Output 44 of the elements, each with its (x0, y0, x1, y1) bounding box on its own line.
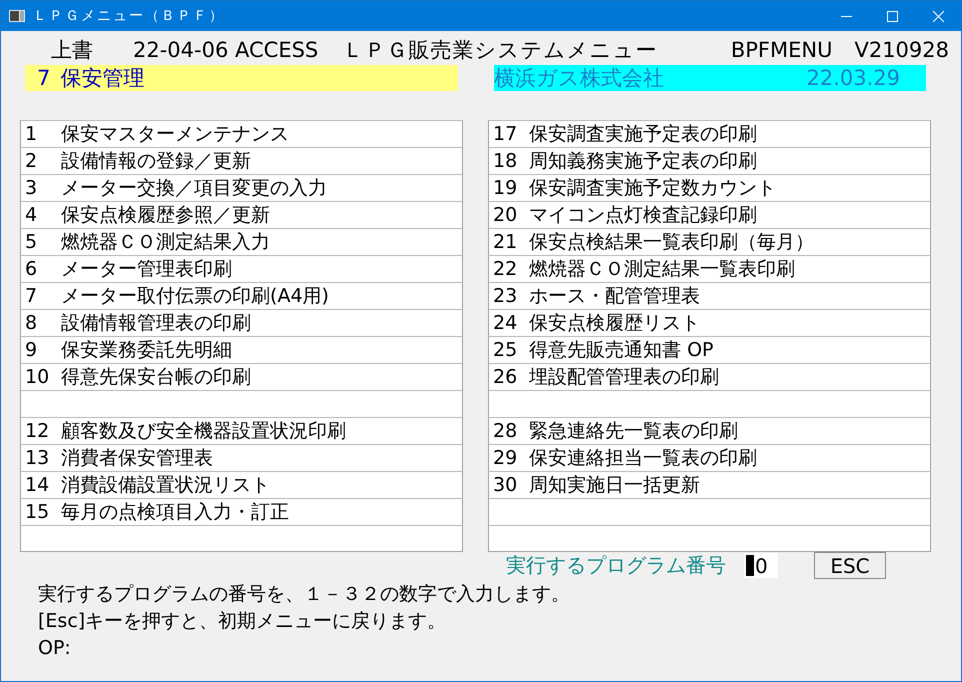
menu-item[interactable]: 15 毎月の点検項目入力・訂正 (20, 498, 463, 525)
date-label: 22-04-06 ACCESS (133, 38, 318, 62)
menu-item[interactable]: 9 保安業務委託先明細 (20, 336, 463, 363)
menu-item[interactable]: 17 保安調査実施予定表の印刷 (488, 120, 931, 147)
menu-item[interactable]: 14 消費設備設置状況リスト (20, 471, 463, 498)
maximize-icon (886, 10, 898, 22)
menu-item[interactable]: 13 消費者保安管理表 (20, 444, 463, 471)
app-icon (9, 10, 25, 22)
menu-item[interactable]: 26 埋設配管管理表の印刷 (488, 363, 931, 390)
menu-item[interactable]: 2 設備情報の登録／更新 (20, 147, 463, 174)
message-line: OP: (38, 636, 72, 661)
menu-item[interactable]: 8 設備情報管理表の印刷 (20, 309, 463, 336)
menu-item[interactable]: 5 燃焼器ＣＯ測定結果入力 (20, 228, 463, 255)
menu-item[interactable]: 22 燃焼器ＣＯ測定結果一覧表印刷 (488, 255, 931, 282)
menu-item[interactable]: 1 保安マスターメンテナンス (20, 120, 463, 147)
menu-item[interactable]: 10 得意先保安台帳の印刷 (20, 363, 463, 390)
version-label: V210928 (854, 38, 949, 62)
menu-item[interactable]: 12 顧客数及び安全機器設置状況印刷 (20, 417, 463, 444)
program-number-field[interactable]: 0 (744, 553, 778, 578)
menu-item[interactable]: 30 周知実施日一括更新 (488, 471, 931, 498)
program-number-label: 実行するプログラム番号 (506, 552, 726, 579)
category-bar: 7 保安管理 (25, 65, 458, 91)
menu-item[interactable]: 24 保安点検履歴リスト (488, 309, 931, 336)
message-line: [Esc]キーを押すと、初期メニューに戻ります。 (38, 609, 448, 634)
close-icon (932, 10, 944, 22)
system-title: ＬＰＧ販売業システムメニュー (342, 37, 658, 64)
program-id: BPFMENU (730, 38, 832, 62)
menu-item[interactable]: 28 緊急連絡先一覧表の印刷 (488, 417, 931, 444)
menu-item[interactable]: 29 保安連絡担当一覧表の印刷 (488, 444, 931, 471)
menu-item[interactable]: 21 保安点検結果一覧表印刷（毎月） (488, 228, 931, 255)
menu-item[interactable]: 20 マイコン点灯検査記録印刷 (488, 201, 931, 228)
esc-button[interactable]: ESC (814, 552, 886, 579)
menu-item[interactable]: 6 メーター管理表印刷 (20, 255, 463, 282)
window-title: ＬＰＧメニュー（ＢＰＦ） (33, 7, 226, 25)
menu-item[interactable]: 7 メーター取付伝票の印刷(A4用) (20, 282, 463, 309)
menu-item[interactable]: 18 周知義務実施予定表の印刷 (488, 147, 931, 174)
menu-item[interactable]: 19 保安調査実施予定数カウント (488, 174, 931, 201)
menu-item[interactable]: 25 得意先販売通知書 OP (488, 336, 931, 363)
mode-label: 上書 (51, 37, 93, 64)
menu-item[interactable]: 3 メーター交換／項目変更の入力 (20, 174, 463, 201)
menu-item[interactable]: 4 保安点検履歴参照／更新 (20, 201, 463, 228)
message-line: 実行するプログラムの番号を、１－３２の数字で入力します。 (38, 582, 571, 607)
company-bar: 横浜ガス株式会社 22.03.29 (494, 65, 926, 91)
menu-item[interactable]: 23 ホース・配管管理表 (488, 282, 931, 309)
